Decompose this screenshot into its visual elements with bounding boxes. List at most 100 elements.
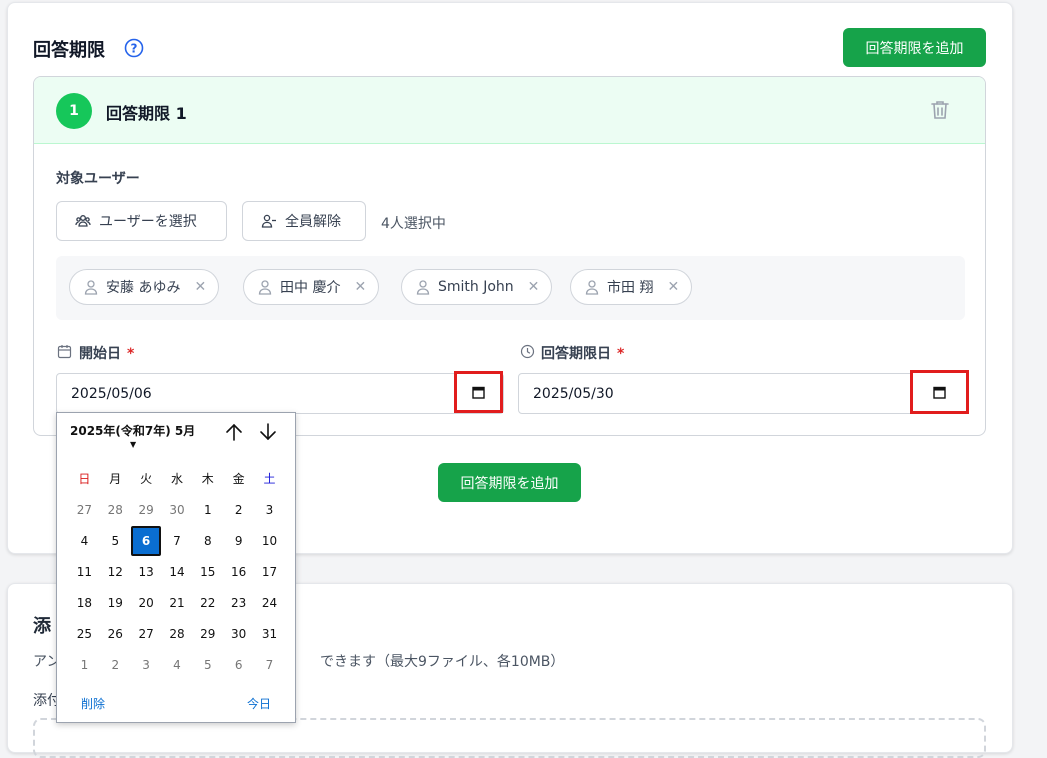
required-mark: * bbox=[617, 346, 625, 362]
user-chip-name: 市田 翔 bbox=[607, 280, 654, 296]
day-cell[interactable]: 1 bbox=[69, 658, 100, 672]
day-cell[interactable]: 11 bbox=[69, 565, 100, 579]
day-cell[interactable]: 22 bbox=[192, 596, 223, 610]
add-deadline-button-top[interactable]: 回答期限を追加 bbox=[843, 28, 986, 67]
calendar-icon bbox=[933, 386, 946, 399]
day-cell[interactable]: 10 bbox=[254, 534, 285, 548]
user-chip-name: 安藤 あゆみ bbox=[106, 280, 181, 296]
day-cell[interactable]: 26 bbox=[100, 627, 131, 641]
svg-text:?: ? bbox=[131, 42, 138, 56]
day-cell[interactable]: 30 bbox=[162, 503, 193, 517]
remove-chip-icon[interactable]: ✕ bbox=[354, 279, 366, 295]
day-cell[interactable]: 14 bbox=[162, 565, 193, 579]
weekday-label: 木 bbox=[201, 472, 214, 486]
day-cell[interactable]: 5 bbox=[100, 534, 131, 548]
day-cell[interactable]: 8 bbox=[192, 534, 223, 548]
target-users-label: 対象ユーザー bbox=[56, 171, 140, 187]
week-row: 25 26 27 28 29 30 31 bbox=[69, 618, 285, 649]
date-picker-popup: 2025年(令和7年) 5月 ▼ 日 月 火 水 木 金 土 27 28 29 … bbox=[56, 412, 296, 723]
user-icon bbox=[416, 280, 430, 295]
day-cell[interactable]: 27 bbox=[69, 503, 100, 517]
day-cell[interactable]: 7 bbox=[162, 534, 193, 548]
month-select[interactable]: 2025年(令和7年) 5月 bbox=[70, 422, 195, 439]
day-cell[interactable]: 29 bbox=[131, 503, 162, 517]
day-cell[interactable]: 25 bbox=[69, 627, 100, 641]
user-icon bbox=[585, 280, 599, 295]
start-date-calendar-button[interactable] bbox=[454, 371, 503, 413]
day-cell[interactable]: 28 bbox=[100, 503, 131, 517]
period-number-badge: 1 bbox=[56, 93, 92, 129]
remove-chip-icon[interactable]: ✕ bbox=[667, 279, 679, 295]
clear-date-button[interactable]: 削除 bbox=[81, 695, 105, 712]
user-chip: 田中 慶介 ✕ bbox=[243, 269, 380, 305]
weekday-label: 土 bbox=[263, 472, 276, 486]
day-cell[interactable]: 3 bbox=[131, 658, 162, 672]
day-cell[interactable]: 24 bbox=[254, 596, 285, 610]
selected-day: 6 bbox=[131, 525, 162, 556]
user-chip: Smith John ✕ bbox=[401, 269, 553, 305]
day-cell[interactable]: 21 bbox=[162, 596, 193, 610]
deadline-period-card: 1 回答期限 1 対象ユーザー ユーザーを選択 全員解除 4人選択中 安藤 あゆ… bbox=[33, 76, 986, 436]
day-cell[interactable]: 13 bbox=[131, 565, 162, 579]
day-cell[interactable]: 23 bbox=[223, 596, 254, 610]
day-cell[interactable]: 17 bbox=[254, 565, 285, 579]
today-button[interactable]: 今日 bbox=[247, 695, 271, 712]
weekday-label: 水 bbox=[170, 472, 183, 486]
deadline-calendar-button[interactable] bbox=[910, 370, 969, 414]
caret-down-icon[interactable]: ▼ bbox=[130, 440, 136, 449]
weekday-label: 火 bbox=[140, 472, 153, 486]
select-users-button[interactable]: ユーザーを選択 bbox=[56, 201, 227, 241]
day-cell[interactable]: 15 bbox=[192, 565, 223, 579]
calendar-grid: 日 月 火 水 木 金 土 27 28 29 30 1 2 3 4 5 6 7 … bbox=[69, 463, 285, 680]
arrow-down-icon[interactable] bbox=[257, 421, 279, 443]
day-cell[interactable]: 18 bbox=[69, 596, 100, 610]
day-cell[interactable]: 29 bbox=[192, 627, 223, 641]
day-cell[interactable]: 27 bbox=[131, 627, 162, 641]
trash-icon[interactable] bbox=[929, 99, 951, 121]
day-cell[interactable]: 16 bbox=[223, 565, 254, 579]
calendar-icon bbox=[57, 345, 72, 359]
attachments-desc-right: できます（最大9ファイル、各10MB） bbox=[320, 654, 565, 670]
day-cell[interactable]: 4 bbox=[69, 534, 100, 548]
attachments-title: 添 bbox=[33, 616, 51, 637]
section-title: 回答期限 bbox=[33, 40, 105, 61]
day-cell[interactable]: 2 bbox=[223, 503, 254, 517]
day-cell[interactable]: 28 bbox=[162, 627, 193, 641]
day-cell[interactable]: 9 bbox=[223, 534, 254, 548]
day-cell[interactable]: 12 bbox=[100, 565, 131, 579]
day-cell[interactable]: 6 bbox=[223, 658, 254, 672]
calendar-icon bbox=[472, 386, 485, 399]
add-deadline-button-bottom[interactable]: 回答期限を追加 bbox=[438, 463, 581, 502]
start-date-input[interactable]: 2025/05/06 bbox=[56, 373, 504, 414]
deadline-date-input[interactable]: 2025/05/30 bbox=[518, 373, 966, 414]
user-chip: 安藤 あゆみ ✕ bbox=[69, 269, 220, 305]
selected-count: 4人選択中 bbox=[381, 216, 446, 232]
clear-all-label: 全員解除 bbox=[285, 214, 341, 230]
weekday-label: 金 bbox=[232, 472, 245, 486]
day-cell[interactable]: 1 bbox=[192, 503, 223, 517]
day-cell[interactable]: 5 bbox=[192, 658, 223, 672]
weekday-label: 日 bbox=[78, 472, 91, 486]
day-cell[interactable]: 31 bbox=[254, 627, 285, 641]
week-row: 27 28 29 30 1 2 3 bbox=[69, 494, 285, 525]
clear-all-button[interactable]: 全員解除 bbox=[242, 201, 366, 241]
day-cell[interactable]: 7 bbox=[254, 658, 285, 672]
file-dropzone[interactable] bbox=[33, 718, 986, 758]
remove-chip-icon[interactable]: ✕ bbox=[194, 279, 206, 295]
help-icon[interactable]: ? bbox=[124, 38, 144, 58]
period-header: 1 回答期限 1 bbox=[34, 77, 985, 144]
day-cell[interactable]: 4 bbox=[162, 658, 193, 672]
start-date-label: 開始日 * bbox=[79, 343, 134, 363]
user-icon bbox=[258, 280, 272, 295]
user-chip-name: 田中 慶介 bbox=[280, 280, 341, 296]
day-cell[interactable]: 19 bbox=[100, 596, 131, 610]
day-cell[interactable]: 2 bbox=[100, 658, 131, 672]
arrow-up-icon[interactable] bbox=[223, 421, 245, 443]
day-cell[interactable]: 30 bbox=[223, 627, 254, 641]
select-users-label: ユーザーを選択 bbox=[99, 214, 197, 230]
deadline-date-label: 回答期限日 * bbox=[541, 343, 624, 363]
day-cell[interactable]: 3 bbox=[254, 503, 285, 517]
remove-chip-icon[interactable]: ✕ bbox=[528, 279, 540, 295]
day-cell[interactable]: 20 bbox=[131, 596, 162, 610]
selected-day-cell[interactable]: 6 bbox=[131, 525, 162, 556]
